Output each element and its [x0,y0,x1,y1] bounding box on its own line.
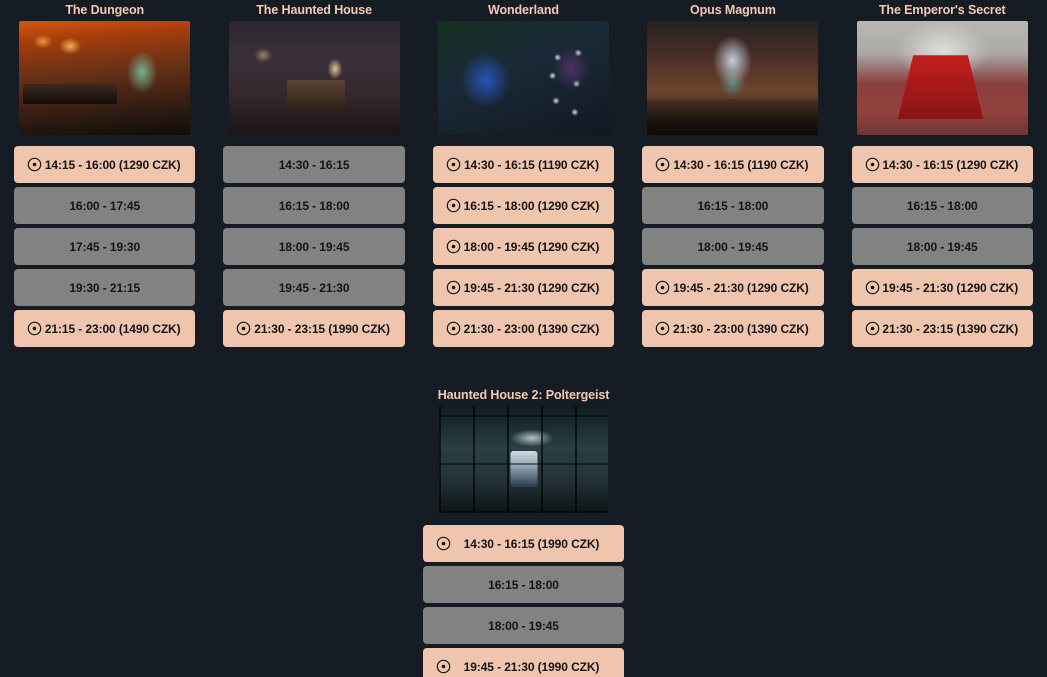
timeslot-available[interactable]: 19:45 - 21:30 (1290 CZK) [642,269,824,306]
room-thumbnail-the-dungeon[interactable] [19,21,191,135]
clock-icon [27,321,42,336]
timeslot-unavailable: 16:15 - 18:00 [642,187,824,224]
timeslot-label: 16:00 - 17:45 [69,198,141,213]
timeslot-available[interactable]: 19:45 - 21:30 (1990 CZK) [423,648,624,677]
room-photo [228,21,400,135]
slot-list: 14:15 - 16:00 (1290 CZK) 16:00 - 17:45 17:… [0,146,209,347]
timeslot-unavailable: 17:45 - 19:30 [14,228,196,265]
room-column: Opus Magnum 14:30 - 16:15 (1190 CZK) 16:15… [628,0,837,347]
timeslot-available[interactable]: 21:30 - 23:15 (1390 CZK) [851,310,1033,347]
timeslot-unavailable: 18:00 - 19:45 [851,228,1033,265]
timeslot-unavailable: 19:30 - 21:15 [14,269,196,306]
slot-list: 14:30 - 16:15 (1190 CZK) 16:15 - 18:00 (1… [419,146,628,347]
timeslot-unavailable: 16:15 - 18:00 [223,187,405,224]
clock-icon [655,157,670,172]
room-photo [439,406,608,513]
room-photo [856,21,1028,135]
clock-icon [446,321,461,336]
timeslot-label: 16:15 - 18:00 [488,577,559,592]
slot-list: 14:30 - 16:15 (1990 CZK) 16:15 - 18:00 18:… [423,525,624,677]
timeslot-available[interactable]: 16:15 - 18:00 (1290 CZK) [432,187,615,224]
room-thumbnail-wrap [209,21,418,135]
room-column: Wonderland 14:30 - 16:15 (1190 CZK) 16:15 … [419,0,628,347]
timeslot-available[interactable]: 21:15 - 23:00 (1490 CZK) [14,310,196,347]
timeslot-available[interactable]: 14:30 - 16:15 (1990 CZK) [423,525,624,562]
room-title: Haunted House 2: Poltergeist [437,388,610,402]
room-thumbnail-the-emperors-secret[interactable] [856,21,1028,135]
clock-icon [865,157,880,172]
room-column: Haunted House 2: Poltergeist 14:30 - 16:1… [423,385,624,677]
room-column: The Dungeon 14:15 - 16:00 (1290 CZK) 16:00… [0,0,209,347]
room-thumbnail-wonderland[interactable] [437,21,609,135]
timeslot-label: 19:45 - 21:30 (1990 CZK) [463,659,600,674]
timeslot-available[interactable]: 14:30 - 16:15 (1290 CZK) [851,146,1033,183]
clock-icon [436,659,451,674]
clock-icon [655,321,670,336]
room-column: The Haunted House 14:30 - 16:15 16:15 - 18… [209,0,418,347]
timeslot-available[interactable]: 21:30 - 23:00 (1390 CZK) [432,310,615,347]
timeslot-available[interactable]: 14:30 - 16:15 (1190 CZK) [642,146,824,183]
timeslot-unavailable: 16:15 - 18:00 [851,187,1033,224]
slot-list: 14:30 - 16:15 16:15 - 18:00 18:00 - 19:45 1… [209,146,418,347]
timeslot-unavailable: 18:00 - 19:45 [423,607,624,644]
room-title: Wonderland [487,3,559,17]
timeslot-unavailable: 18:00 - 19:45 [642,228,824,265]
timeslot-label: 14:30 - 16:15 (1990 CZK) [463,536,600,551]
clock-icon [446,198,461,213]
booking-page: The Dungeon 14:15 - 16:00 (1290 CZK) 16:00… [0,0,1047,677]
timeslot-unavailable: 19:45 - 21:30 [223,269,405,306]
timeslot-label: 18:00 - 19:45 [488,618,559,633]
slot-list: 14:30 - 16:15 (1290 CZK) 16:15 - 18:00 18:… [838,146,1047,347]
clock-icon [436,536,451,551]
rooms-row: The Dungeon 14:15 - 16:00 (1290 CZK) 16:00… [0,0,1047,347]
room-title: The Emperor's Secret [878,3,1006,17]
room-photo [19,21,191,135]
timeslot-unavailable: 18:00 - 19:45 [223,228,405,265]
clock-icon [27,157,42,172]
timeslot-available[interactable]: 19:45 - 21:30 (1290 CZK) [851,269,1033,306]
timeslot-available[interactable]: 14:15 - 16:00 (1290 CZK) [14,146,196,183]
timeslot-label: 18:00 - 19:45 [906,239,978,254]
timeslot-available[interactable]: 19:45 - 21:30 (1290 CZK) [432,269,615,306]
timeslot-label: 14:30 - 16:15 [278,157,350,172]
clock-icon [236,321,251,336]
room-thumbnail-wrap [419,21,628,135]
room-title: The Haunted House [256,3,372,17]
room-column: The Emperor's Secret 14:30 - 16:15 (1290 … [838,0,1047,347]
clock-icon [865,321,880,336]
slot-list: 14:30 - 16:15 (1190 CZK) 16:15 - 18:00 18:… [628,146,837,347]
clock-icon [446,239,461,254]
timeslot-label: 19:30 - 21:15 [69,280,141,295]
room-thumbnail-wrap [838,21,1047,135]
room-thumbnail-wrap [0,21,209,135]
timeslot-label: 18:00 - 19:45 [278,239,350,254]
timeslot-available[interactable]: 18:00 - 19:45 (1290 CZK) [432,228,615,265]
room-thumbnail-wrap [628,21,837,135]
timeslot-unavailable: 16:15 - 18:00 [423,566,624,603]
timeslot-unavailable: 16:00 - 17:45 [14,187,196,224]
room-photo [647,21,819,135]
timeslot-available[interactable]: 21:30 - 23:00 (1390 CZK) [642,310,824,347]
room-title: The Dungeon [65,3,145,17]
timeslot-label: 18:00 - 19:45 [697,239,769,254]
bottom-room-section: Haunted House 2: Poltergeist 14:30 - 16:1… [0,385,1047,677]
timeslot-available[interactable]: 14:30 - 16:15 (1190 CZK) [432,146,615,183]
timeslot-label: 17:45 - 19:30 [69,239,141,254]
timeslot-available[interactable]: 21:30 - 23:15 (1990 CZK) [223,310,405,347]
clock-icon [655,280,670,295]
clock-icon [865,280,880,295]
timeslot-label: 16:15 - 18:00 [906,198,978,213]
room-thumbnail-wrap [423,406,624,513]
timeslot-label: 16:15 - 18:00 [697,198,769,213]
timeslot-unavailable: 14:30 - 16:15 [223,146,405,183]
clock-icon [446,280,461,295]
clock-icon [446,157,461,172]
room-photo [437,21,609,135]
room-thumbnail-opus-magnum[interactable] [647,21,819,135]
room-thumbnail-the-haunted-house[interactable] [228,21,400,135]
room-title: Opus Magnum [690,3,776,17]
timeslot-label: 19:45 - 21:30 [278,280,350,295]
timeslot-label: 16:15 - 18:00 [278,198,350,213]
room-thumbnail-haunted-house-2-poltergeist[interactable] [439,406,608,513]
